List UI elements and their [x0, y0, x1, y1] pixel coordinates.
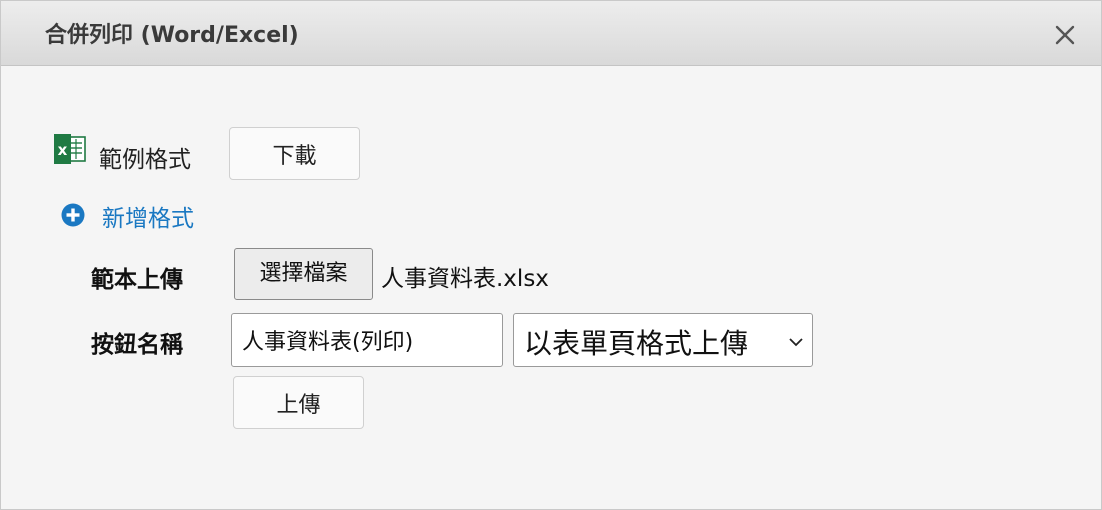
svg-text:x: x — [58, 141, 68, 159]
chevron-down-icon — [788, 333, 804, 352]
download-button[interactable]: 下載 — [229, 127, 360, 180]
choose-file-button[interactable]: 選擇檔案 — [234, 248, 373, 300]
button-name-input[interactable] — [231, 313, 503, 367]
upload-format-select[interactable]: 以表單頁格式上傳 — [513, 313, 813, 367]
selected-file-name: 人事資料表.xlsx — [381, 266, 549, 292]
dialog-titlebar: 合併列印 (Word/Excel) — [1, 1, 1101, 66]
plus-circle-icon — [61, 203, 85, 231]
close-button[interactable] — [1051, 21, 1079, 49]
dialog-title: 合併列印 (Word/Excel) — [45, 23, 299, 48]
sample-format-label: 範例格式 — [99, 147, 191, 173]
upload-button[interactable]: 上傳 — [233, 376, 364, 429]
upload-format-select-value: 以表單頁格式上傳 — [524, 327, 749, 360]
excel-icon: x — [53, 134, 87, 168]
close-icon — [1055, 25, 1075, 45]
button-name-label: 按鈕名稱 — [91, 332, 183, 358]
add-format-label: 新增格式 — [102, 206, 194, 232]
template-upload-label: 範本上傳 — [91, 267, 183, 293]
merge-print-dialog: 合併列印 (Word/Excel) x 範例格式 下載 新增格式 範本上傳 選擇… — [0, 0, 1102, 510]
